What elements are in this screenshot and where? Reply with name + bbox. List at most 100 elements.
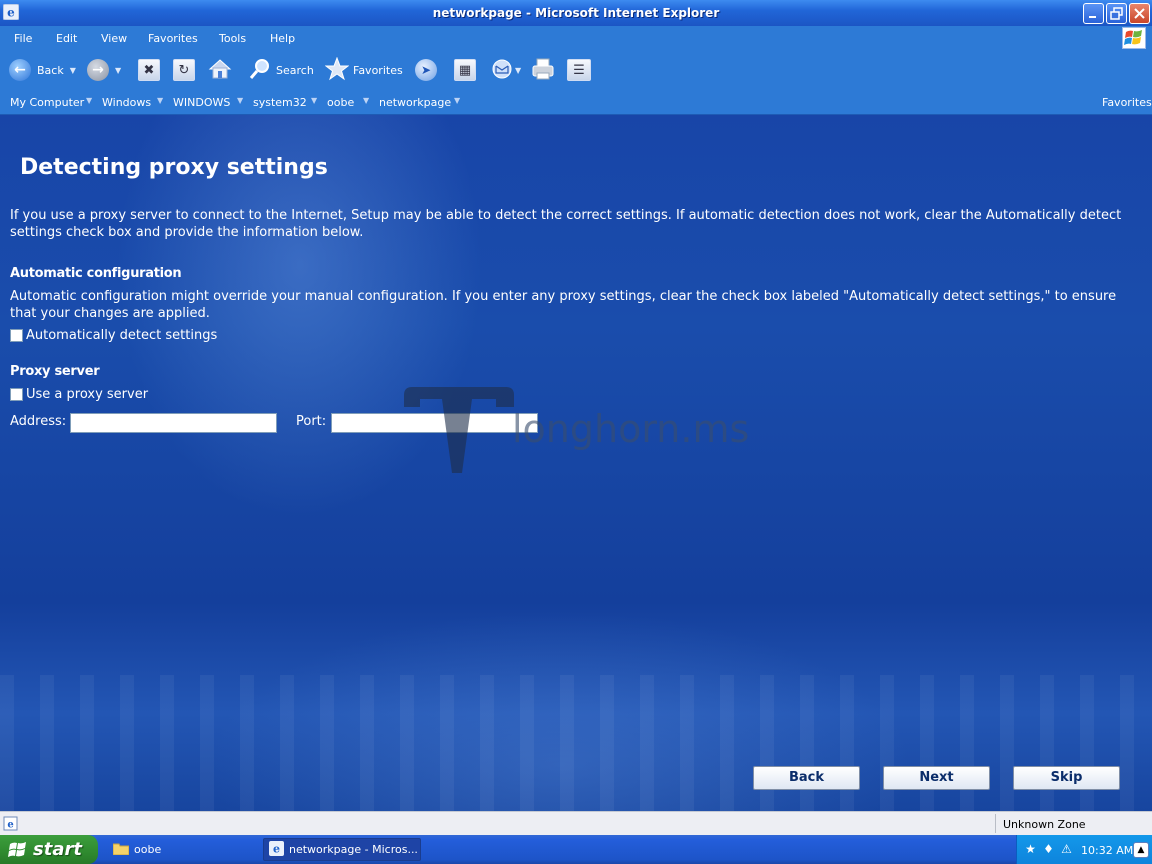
search-label: Search [276,63,314,77]
status-separator [995,814,996,833]
favorites-star-icon [324,56,350,84]
auto-config-heading: Automatic configuration [10,266,182,281]
menu-view[interactable]: View [101,32,127,45]
menu-favorites[interactable]: Favorites [148,32,198,45]
minimize-icon [1089,16,1096,18]
use-proxy-checkbox-row[interactable]: Use a proxy server [10,387,148,402]
auto-detect-label[interactable]: Automatically detect settings [26,328,217,343]
media-button[interactable]: ➤ [415,56,437,84]
crumb-my-computer[interactable]: My Computer [10,96,84,109]
watermark: longhorn.ms [402,385,749,480]
proxy-server-heading: Proxy server [10,364,100,379]
address-bar: My Computer ▼ Windows ▼ WINDOWS ▼ system… [0,90,1152,115]
crumb-dropdown-icon[interactable]: ▼ [311,96,317,105]
forward-arrow-icon: → [87,59,109,81]
security-tray-icon[interactable]: ♦ [1041,842,1056,857]
forward-dropdown-icon[interactable]: ▼ [115,66,121,75]
taskbar-item-networkpage[interactable]: e networkpage - Micros... [263,838,421,861]
address-favorites-link[interactable]: Favorites [1102,96,1152,109]
auto-config-description: Automatic configuration might override y… [10,289,1117,321]
home-button[interactable] [208,56,232,84]
use-proxy-checkbox[interactable] [10,388,23,401]
watermark-logo-icon [404,387,514,473]
crumb-dropdown-icon[interactable]: ▼ [86,96,92,105]
security-zone: Unknown Zone [1003,818,1086,831]
watermark-text: longhorn.ms [512,407,750,451]
crumb-system32[interactable]: system32 [253,96,307,109]
back-button[interactable]: ← Back ▼ [9,56,76,84]
media-icon: ➤ [415,59,437,81]
crumb-dropdown-icon[interactable]: ▼ [157,96,163,105]
menu-help[interactable]: Help [270,32,295,45]
toolbar: ← Back ▼ → ▼ ✖ ↻ Search Favorites ➤ ▦ ▼ … [0,52,1152,90]
forward-button[interactable]: → ▼ [87,56,121,84]
close-icon [1134,8,1145,19]
search-icon [248,57,272,84]
menu-bar: File Edit View Favorites Tools Help [0,26,1152,52]
network-tray-icon[interactable]: ★ [1023,842,1038,857]
crumb-windows-upper[interactable]: WINDOWS [173,96,230,109]
minimize-button[interactable] [1083,3,1104,24]
home-icon [208,58,232,83]
menu-tools[interactable]: Tools [219,32,246,45]
crumb-dropdown-icon[interactable]: ▼ [454,96,460,105]
window-title: networkpage - Microsoft Internet Explore… [432,6,720,20]
mail-icon [491,59,513,82]
alert-tray-icon[interactable]: ⚠ [1059,842,1074,857]
page-status-icon: e [3,816,18,831]
system-tray: ★ ♦ ⚠ 10:32 AM ▲ [1016,835,1152,864]
windows-flag-icon [8,841,26,857]
menu-edit[interactable]: Edit [56,32,77,45]
svg-text:e: e [7,820,13,831]
auto-detect-checkbox-row[interactable]: Automatically detect settings [10,328,217,343]
taskbar-item-label: networkpage - Micros... [289,843,418,856]
taskbar-item-label: oobe [134,843,162,856]
favorites-button[interactable]: Favorites [324,56,403,84]
taskbar-item-oobe[interactable]: oobe [108,838,258,861]
history-icon: ▦ [454,59,476,81]
search-button[interactable]: Search [248,56,314,84]
restore-icon [1110,7,1123,20]
crumb-oobe[interactable]: oobe [327,96,354,109]
edit-icon: ☰ [567,59,591,81]
back-arrow-icon: ← [9,59,31,81]
refresh-button[interactable]: ↻ [173,56,195,84]
intro-text: If you use a proxy server to connect to … [10,208,1122,240]
folder-icon [112,842,130,858]
edit-button[interactable]: ☰ [567,56,591,84]
setup-page: Detecting proxy settings If you use a pr… [0,115,1152,811]
windows-logo-icon [1122,27,1146,49]
mail-dropdown-icon[interactable]: ▼ [515,66,521,75]
start-label: start [33,839,82,860]
stop-button[interactable]: ✖ [138,56,160,84]
proxy-address-field[interactable] [70,413,277,433]
next-button[interactable]: Next [883,766,990,790]
address-label: Address: [10,414,67,429]
print-icon [531,57,555,84]
clock[interactable]: 10:32 AM [1081,844,1133,857]
print-button[interactable] [531,56,555,84]
port-label: Port: [296,414,327,429]
page-title: Detecting proxy settings [20,155,328,180]
use-proxy-label[interactable]: Use a proxy server [26,387,148,402]
menu-file[interactable]: File [14,32,32,45]
status-bar: e Unknown Zone [0,811,1152,835]
start-button[interactable]: start [0,835,98,864]
crumb-windows[interactable]: Windows [102,96,151,109]
svg-text:e: e [273,842,280,855]
back-label: Back [37,63,64,77]
back-dropdown-icon[interactable]: ▼ [70,66,76,75]
stop-icon: ✖ [138,59,160,81]
crumb-networkpage[interactable]: networkpage [379,96,451,109]
crumb-dropdown-icon[interactable]: ▼ [237,96,243,105]
close-button[interactable] [1129,3,1150,24]
auto-detect-checkbox[interactable] [10,329,23,342]
crumb-dropdown-icon[interactable]: ▼ [363,96,369,105]
favorites-label: Favorites [353,63,403,77]
skip-button[interactable]: Skip [1013,766,1120,790]
mail-button[interactable]: ▼ [491,56,521,84]
tray-expand-icon[interactable]: ▲ [1133,842,1149,858]
back-nav-button[interactable]: Back [753,766,860,790]
restore-button[interactable] [1106,3,1127,24]
history-button[interactable]: ▦ [454,56,476,84]
